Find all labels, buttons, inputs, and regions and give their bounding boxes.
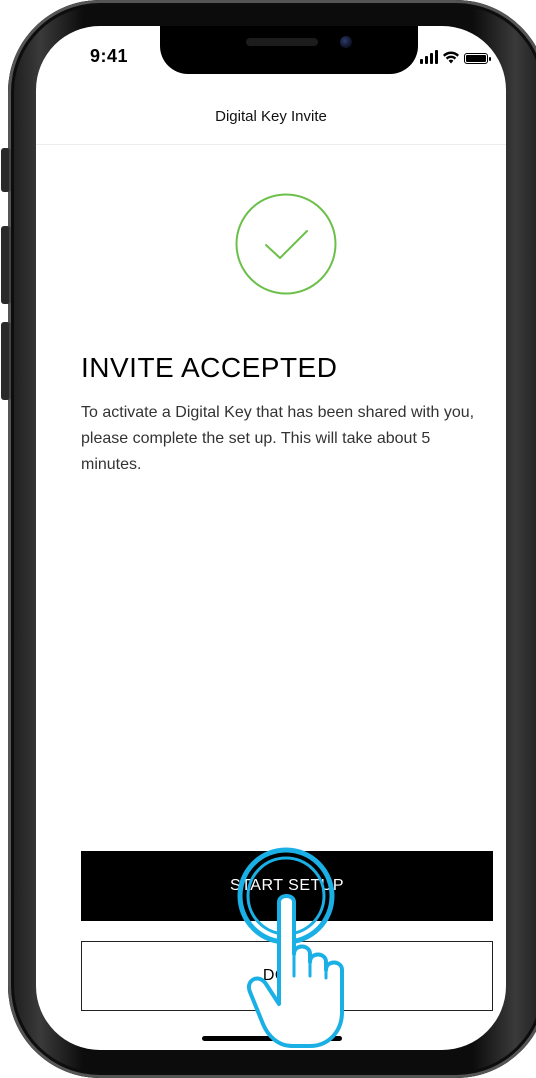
battery-icon (464, 53, 491, 64)
status-time: 9:41 (90, 46, 129, 66)
nav-title: Digital Key Invite (215, 108, 327, 125)
nav-divider (36, 144, 506, 145)
status-icons (420, 48, 491, 64)
speaker-grille (246, 38, 318, 46)
notch (160, 26, 418, 74)
check-circle-icon (235, 193, 337, 295)
silent-switch (1, 148, 11, 192)
volume-up-button (1, 226, 11, 304)
volume-down-button (1, 322, 11, 400)
wifi-icon (443, 51, 459, 64)
signal-icon (420, 50, 438, 64)
done-label: DONE (262, 967, 312, 984)
page-heading: INVITE ACCEPTED (81, 352, 338, 383)
done-button[interactable]: DONE (81, 941, 493, 1011)
front-camera-icon (340, 36, 352, 48)
start-setup-label: START SETUP (230, 877, 344, 894)
start-setup-button[interactable]: START SETUP (81, 851, 493, 921)
home-indicator[interactable] (202, 1036, 342, 1041)
invite-description: To activate a Digital Key that has been … (81, 404, 475, 473)
phone-screen: 9:41 Digital Key Invite INVITE ACCEPTED … (36, 26, 506, 1050)
device-mockup: 9:41 Digital Key Invite INVITE ACCEPTED … (0, 0, 536, 1078)
